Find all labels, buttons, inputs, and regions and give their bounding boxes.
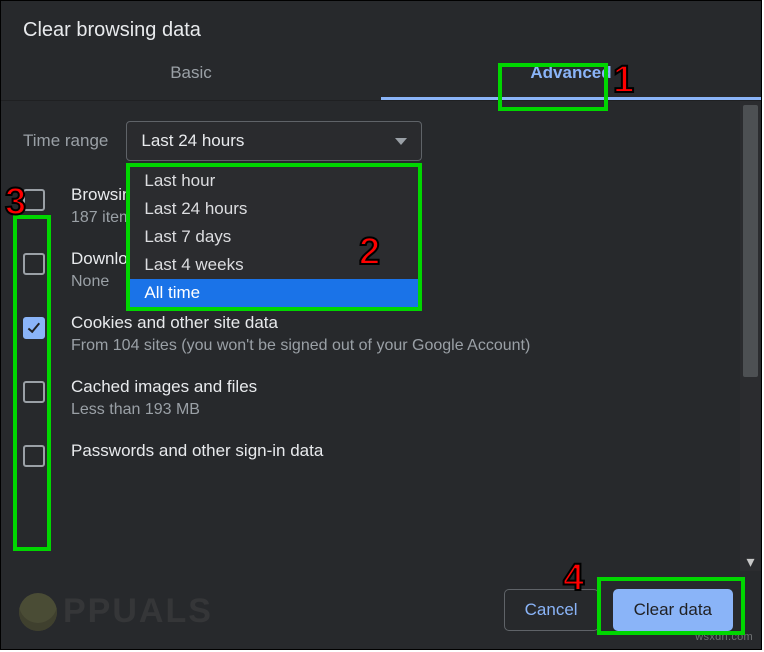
row-title: Cookies and other site data	[71, 313, 530, 333]
checkbox-cookies[interactable]	[23, 317, 45, 339]
checkbox-browsing-history[interactable]	[23, 189, 45, 211]
scrollbar-down-arrow-icon[interactable]: ▾	[740, 553, 761, 571]
time-range-dropdown: Last hour Last 24 hours Last 7 days Last…	[126, 163, 422, 311]
dialog-title: Clear browsing data	[1, 1, 761, 52]
checkmark-icon	[28, 320, 40, 333]
time-range-row: Time range Last 24 hours Last hour Last …	[23, 121, 728, 161]
time-range-selected-value: Last 24 hours	[141, 131, 244, 151]
brand-watermark: PPUALS	[19, 592, 213, 631]
dropdown-option-all-time[interactable]: All time	[130, 279, 418, 307]
clear-browsing-data-dialog: Clear browsing data Basic Advanced Time …	[0, 0, 762, 650]
row-sub: Less than 193 MB	[71, 401, 257, 419]
chevron-down-icon	[395, 138, 407, 145]
row-title: Cached images and files	[71, 377, 257, 397]
dropdown-option-last-24-hours[interactable]: Last 24 hours	[130, 195, 418, 223]
checkbox-cached[interactable]	[23, 381, 45, 403]
time-range-select[interactable]: Last 24 hours	[126, 121, 422, 161]
time-range-label: Time range	[23, 131, 108, 151]
dropdown-option-last-hour[interactable]: Last hour	[130, 167, 418, 195]
scrollbar-vertical[interactable]: ▴ ▾	[740, 101, 761, 571]
row-passwords[interactable]: Passwords and other sign-in data	[23, 441, 728, 467]
content-area: Time range Last 24 hours Last hour Last …	[1, 100, 761, 571]
row-cookies[interactable]: Cookies and other site data From 104 sit…	[23, 313, 728, 355]
brand-logo-icon	[19, 593, 57, 631]
scroll-region: Time range Last 24 hours Last hour Last …	[1, 101, 740, 571]
checkbox-download-history[interactable]	[23, 253, 45, 275]
brand-text: PPUALS	[63, 592, 213, 631]
tabs: Basic Advanced	[1, 52, 761, 100]
tab-basic[interactable]: Basic	[1, 63, 381, 100]
row-sub: From 104 sites (you won't be signed out …	[71, 337, 530, 355]
dropdown-option-last-4-weeks[interactable]: Last 4 weeks	[130, 251, 418, 279]
clear-data-button[interactable]: Clear data	[613, 589, 733, 631]
cancel-button[interactable]: Cancel	[504, 589, 599, 631]
row-title: Passwords and other sign-in data	[71, 441, 323, 461]
scrollbar-thumb[interactable]	[743, 105, 758, 377]
row-cached[interactable]: Cached images and files Less than 193 MB	[23, 377, 728, 419]
tab-advanced[interactable]: Advanced	[381, 63, 761, 100]
time-range-select-wrap: Last 24 hours Last hour Last 24 hours La…	[126, 121, 422, 161]
checkbox-passwords[interactable]	[23, 445, 45, 467]
source-watermark: wsxdn.com	[695, 631, 753, 643]
dropdown-option-last-7-days[interactable]: Last 7 days	[130, 223, 418, 251]
